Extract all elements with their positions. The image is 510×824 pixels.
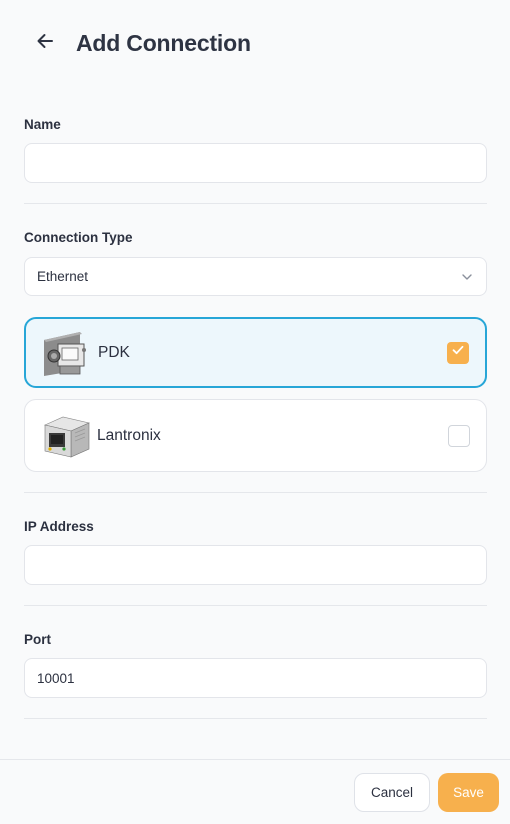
divider bbox=[24, 492, 487, 493]
name-input[interactable] bbox=[24, 143, 487, 183]
back-button[interactable] bbox=[30, 28, 60, 58]
device-card-lantronix[interactable]: Lantronix bbox=[24, 399, 487, 472]
device-name-pdk: PDK bbox=[98, 343, 130, 361]
device-card-pdk[interactable]: PDK bbox=[24, 317, 487, 388]
port-input[interactable] bbox=[24, 658, 487, 698]
ip-address-label: IP Address bbox=[24, 519, 94, 534]
port-label: Port bbox=[24, 632, 51, 647]
device-name-lantronix: Lantronix bbox=[97, 426, 161, 444]
name-label: Name bbox=[24, 117, 61, 132]
divider bbox=[24, 203, 487, 204]
form-footer: Cancel Save bbox=[0, 759, 510, 824]
divider bbox=[24, 718, 487, 719]
save-button[interactable]: Save bbox=[438, 773, 499, 812]
page-title: Add Connection bbox=[76, 30, 251, 56]
lantronix-device-image bbox=[39, 409, 93, 463]
arrow-left-icon bbox=[35, 31, 55, 56]
pdk-checkbox[interactable] bbox=[447, 341, 469, 364]
ip-address-input[interactable] bbox=[24, 545, 487, 585]
divider bbox=[24, 605, 487, 606]
lantronix-checkbox[interactable] bbox=[448, 424, 470, 447]
connection-type-label: Connection Type bbox=[24, 230, 133, 245]
checkmark-icon bbox=[451, 343, 465, 362]
pdk-device-image bbox=[40, 326, 94, 380]
cancel-button[interactable]: Cancel bbox=[354, 773, 430, 812]
page-header: Add Connection bbox=[0, 0, 510, 88]
connection-type-select[interactable]: Ethernet bbox=[24, 257, 487, 296]
connection-type-value: Ethernet bbox=[37, 269, 89, 284]
chevron-down-icon bbox=[460, 270, 474, 284]
